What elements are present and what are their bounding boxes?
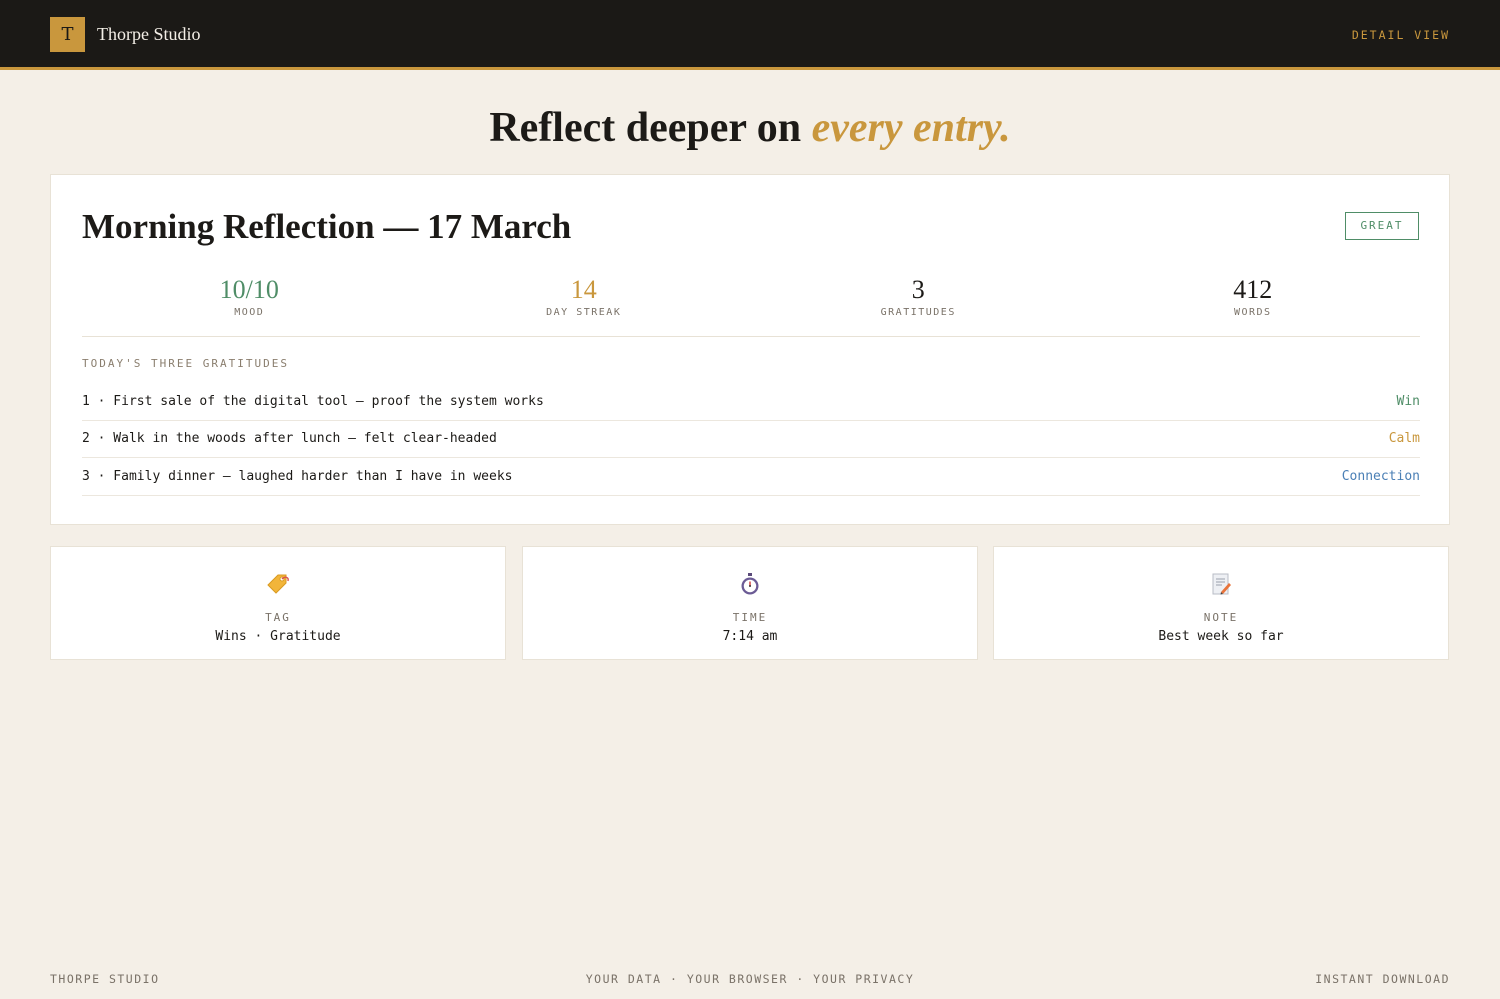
tag-icon <box>51 572 505 598</box>
gratitude-text: 2 · Walk in the woods after lunch — felt… <box>82 431 497 447</box>
stat-value: 412 <box>1233 275 1273 304</box>
footer-privacy-note: YOUR DATA · YOUR BROWSER · YOUR PRIVACY <box>585 972 915 986</box>
stat-label: GRATITUDES <box>880 307 956 318</box>
entry-title: Morning Reflection — 17 March <box>82 207 572 246</box>
stat-value: 3 <box>911 275 925 304</box>
gratitude-item: 2 · Walk in the woods after lunch — felt… <box>82 421 1420 458</box>
hero-lead: Reflect deeper on <box>489 105 812 151</box>
stat-label: DAY STREAK <box>546 307 622 318</box>
gratitude-tag: Win <box>1396 393 1420 409</box>
gratitude-item: 3 · Family dinner — laughed harder than … <box>82 458 1420 496</box>
info-card-time: TIME 7:14 am <box>522 546 978 660</box>
status-badge: GREAT <box>1345 212 1419 240</box>
stat-mood: 10/10 MOOD <box>82 275 417 336</box>
info-card-note: NOTE Best week so far <box>993 546 1449 660</box>
stats-row: 10/10 MOOD 14 DAY STREAK 3 GRATITUDES 41… <box>82 275 1420 337</box>
entry-card: Morning Reflection — 17 March GREAT 10/1… <box>50 174 1450 525</box>
detail-view-link[interactable]: DETAIL VIEW <box>1352 28 1450 42</box>
stat-value: 14 <box>570 275 597 304</box>
stat-label: MOOD <box>234 307 265 318</box>
hero-emphasis: every entry. <box>811 105 1011 151</box>
info-label: TIME <box>732 611 768 624</box>
brand-name[interactable]: Thorpe Studio <box>97 24 201 45</box>
gratitude-tag: Connection <box>1341 468 1420 484</box>
memo-icon <box>994 572 1448 598</box>
info-value: Best week so far <box>1158 629 1284 644</box>
info-value: Wins · Gratitude <box>215 629 341 644</box>
gratitude-text: 1 · First sale of the digital tool — pro… <box>82 393 544 409</box>
info-value: 7:14 am <box>722 629 778 644</box>
top-bar: T Thorpe Studio DETAIL VIEW <box>0 0 1500 70</box>
logo-mark[interactable]: T <box>50 17 85 52</box>
gratitude-list: 1 · First sale of the digital tool — pro… <box>82 383 1420 496</box>
info-label: TAG <box>265 611 291 624</box>
footer-brand: THORPE STUDIO <box>50 972 160 986</box>
stat-label: WORDS <box>1233 307 1272 318</box>
gratitudes-heading: TODAY'S THREE GRATITUDES <box>82 357 289 370</box>
stopwatch-icon <box>523 572 977 598</box>
stat-day-streak: 14 DAY STREAK <box>417 275 752 336</box>
stat-value: 10/10 <box>219 275 279 304</box>
gratitude-tag: Calm <box>1388 431 1420 447</box>
gratitude-item: 1 · First sale of the digital tool — pro… <box>82 383 1420 421</box>
footer-instant-download: INSTANT DOWNLOAD <box>1315 972 1450 986</box>
stat-gratitudes: 3 GRATITUDES <box>751 275 1086 336</box>
info-card-tag: TAG Wins · Gratitude <box>50 546 506 660</box>
hero-heading: Reflect deeper on every entry. <box>0 104 1500 152</box>
stat-words: 412 WORDS <box>1086 275 1421 336</box>
info-label: NOTE <box>1203 611 1239 624</box>
gratitude-text: 3 · Family dinner — laughed harder than … <box>82 468 513 484</box>
